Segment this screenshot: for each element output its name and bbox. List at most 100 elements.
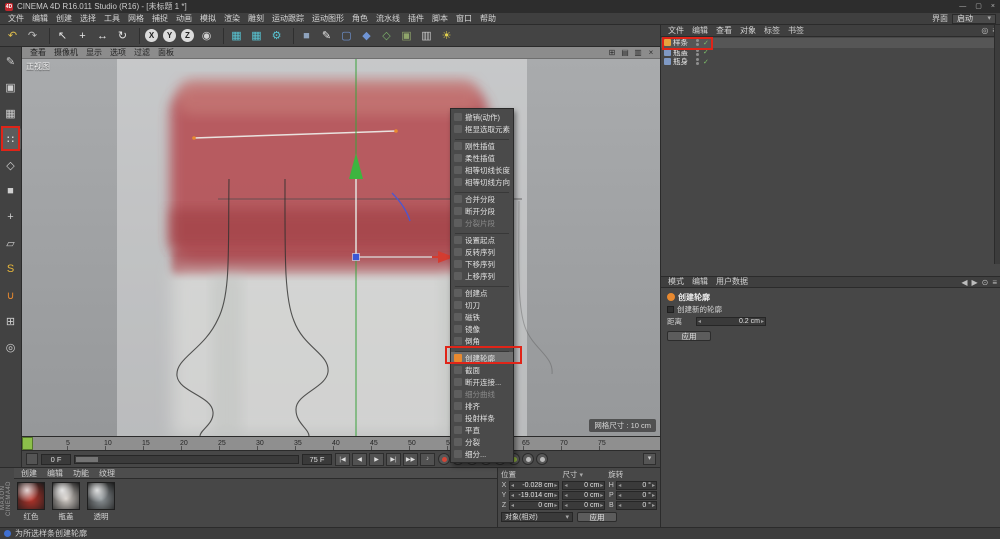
context-menu-item[interactable]: 设置起点 (451, 234, 513, 246)
context-menu-item[interactable]: 撤销(动作) (451, 111, 513, 123)
stepper-right-icon[interactable]: ▸ (652, 482, 655, 489)
stepper-left-icon[interactable]: ◂ (564, 492, 567, 499)
context-menu-item[interactable]: 下移序列 (451, 258, 513, 270)
toolbar-icon[interactable]: ↻ (113, 26, 132, 45)
panel-corner-icon[interactable]: ▶ (971, 278, 977, 287)
position-field[interactable]: ◂ -19.014 cm ▸ (509, 490, 560, 500)
mode-toolbar-icon[interactable]: ∪ (1, 284, 21, 306)
object-manager-menu-item[interactable]: 查看 (712, 25, 736, 37)
viewport-pane-icon[interactable]: ⊞ (607, 48, 617, 57)
size-field[interactable]: ◂ 0 cm ▸ (562, 500, 606, 510)
material-thumbnail[interactable] (87, 482, 115, 510)
context-menu-item[interactable]: 截面 (451, 364, 513, 376)
toolbar-icon[interactable] (135, 27, 140, 44)
toolbar-icon[interactable]: ▦ (247, 26, 266, 45)
menu-item[interactable]: 流水线 (372, 13, 404, 25)
stepper-right-icon[interactable]: ▸ (652, 502, 655, 509)
enabled-check-icon[interactable]: ✓ (703, 58, 709, 66)
panel-corner-icon[interactable]: ◎ (981, 26, 988, 35)
mode-toolbar-icon[interactable]: + (1, 206, 21, 228)
transport-button[interactable]: ♪ (420, 452, 435, 466)
timeline-slider[interactable] (74, 454, 299, 464)
toolbar-icon[interactable]: ↖ (53, 26, 72, 45)
toolbar-icon[interactable]: ◇ (377, 26, 396, 45)
transport-button[interactable]: |◀ (335, 452, 350, 466)
attribute-manager-tab[interactable]: 模式 (664, 276, 688, 288)
context-menu-item[interactable]: 框显选取元素 (451, 123, 513, 135)
context-menu-item[interactable]: 断开连接... (451, 376, 513, 388)
viewport-menu-item[interactable]: 选项 (106, 47, 130, 59)
menu-item[interactable]: 脚本 (428, 13, 452, 25)
stepper-left-icon[interactable]: ◂ (618, 482, 621, 489)
viewport-pane-icon[interactable]: ▤ (620, 48, 630, 57)
stepper-left-icon[interactable]: ◂ (698, 318, 701, 325)
timeline-slider-handle[interactable] (76, 456, 98, 462)
toolbar-icon[interactable]: ▦ (227, 26, 246, 45)
window-control-button[interactable]: — (959, 0, 966, 13)
viewport-menu-item[interactable]: 摄像机 (50, 47, 82, 59)
toolbar-icon[interactable]: Z (181, 29, 194, 42)
panel-corner-icon[interactable]: ≡ (992, 278, 997, 287)
context-menu-item[interactable]: 上移序列 (451, 270, 513, 282)
rotation-field[interactable]: ◂ 0 ° ▸ (616, 480, 657, 490)
menu-item[interactable]: 模拟 (196, 13, 220, 25)
size-header[interactable]: 尺寸 ▾ (562, 470, 605, 479)
menu-item[interactable]: 创建 (52, 13, 76, 25)
origin-handle[interactable] (352, 253, 360, 261)
attribute-manager-tab[interactable]: 用户数据 (712, 276, 752, 288)
menu-item[interactable]: 文件 (4, 13, 28, 25)
context-menu-item[interactable]: 合并分段 (451, 193, 513, 205)
mode-toolbar-icon[interactable]: ■ (1, 180, 21, 202)
toolbar-icon[interactable]: ▣ (397, 26, 416, 45)
context-menu-item[interactable]: 细分... (451, 448, 513, 460)
menu-item[interactable]: 网格 (124, 13, 148, 25)
attribute-manager-tab[interactable]: 编辑 (688, 276, 712, 288)
toolbar-icon[interactable]: ▥ (417, 26, 436, 45)
toolbar-icon[interactable]: ↔ (93, 26, 112, 45)
stepper-left-icon[interactable]: ◂ (618, 502, 621, 509)
material-menu-item[interactable]: 纹理 (94, 468, 120, 479)
menu-item[interactable]: 动画 (172, 13, 196, 25)
menu-item[interactable]: 雕刻 (244, 13, 268, 25)
context-menu-item[interactable]: 投射样条 (451, 412, 513, 424)
context-menu-item[interactable]: 分裂片段 (451, 217, 513, 229)
toolbar-icon[interactable]: ↶ (3, 26, 22, 45)
viewport-pane-icon[interactable]: ▥ (633, 48, 643, 57)
stepper-right-icon[interactable]: ▸ (554, 502, 557, 509)
mode-toolbar-icon[interactable]: ▦ (1, 102, 21, 124)
object-manager-menu-item[interactable]: 书签 (784, 25, 808, 37)
record-button[interactable] (522, 453, 534, 465)
stepper-left-icon[interactable]: ◂ (618, 492, 621, 499)
object-manager-menu-item[interactable]: 对象 (736, 25, 760, 37)
material-item[interactable]: 透明 (86, 482, 116, 522)
context-menu-item[interactable]: 切刀 (451, 299, 513, 311)
size-field[interactable]: ◂ 0 cm ▸ (562, 490, 606, 500)
menu-item[interactable]: 渲染 (220, 13, 244, 25)
context-menu-item[interactable]: 排齐 (451, 400, 513, 412)
position-field[interactable]: ◂ 0 cm ▸ (509, 500, 560, 510)
context-menu-item[interactable]: 反转序列 (451, 246, 513, 258)
end-frame-field[interactable]: 75 F (302, 453, 332, 465)
distance-field[interactable]: ◂ 0.2 cm ▸ (696, 316, 766, 326)
menu-item[interactable]: 插件 (404, 13, 428, 25)
window-control-button[interactable]: ▢ (975, 0, 982, 13)
toolbar-icon[interactable] (219, 27, 224, 44)
stepper-right-icon[interactable]: ▸ (761, 318, 764, 325)
material-menu-item[interactable]: 创建 (16, 468, 42, 479)
object-row[interactable]: 瓶身 ✓ (661, 57, 1000, 67)
material-thumbnail[interactable] (17, 482, 45, 510)
mode-toolbar-icon[interactable]: ◇ (1, 154, 21, 176)
mode-toolbar-icon[interactable]: ⊞ (1, 310, 21, 332)
timeline-ruler[interactable]: 051015202530354045505560657075 (22, 436, 660, 450)
context-menu-item[interactable]: 平直 (451, 424, 513, 436)
context-menu-item[interactable]: 断开分段 (451, 205, 513, 217)
toolbar-icon[interactable] (289, 27, 294, 44)
context-menu-item[interactable]: 相等切线长度 (451, 164, 513, 176)
stepper-left-icon[interactable]: ◂ (511, 502, 514, 509)
material-thumbnail[interactable] (52, 482, 80, 510)
rotation-field[interactable]: ◂ 0 ° ▸ (616, 490, 657, 500)
transport-button[interactable]: ◀ (352, 452, 367, 466)
stepper-right-icon[interactable]: ▸ (600, 502, 603, 509)
toolbar-icon[interactable]: ✎ (317, 26, 336, 45)
context-menu-item[interactable]: 分裂 (451, 436, 513, 448)
